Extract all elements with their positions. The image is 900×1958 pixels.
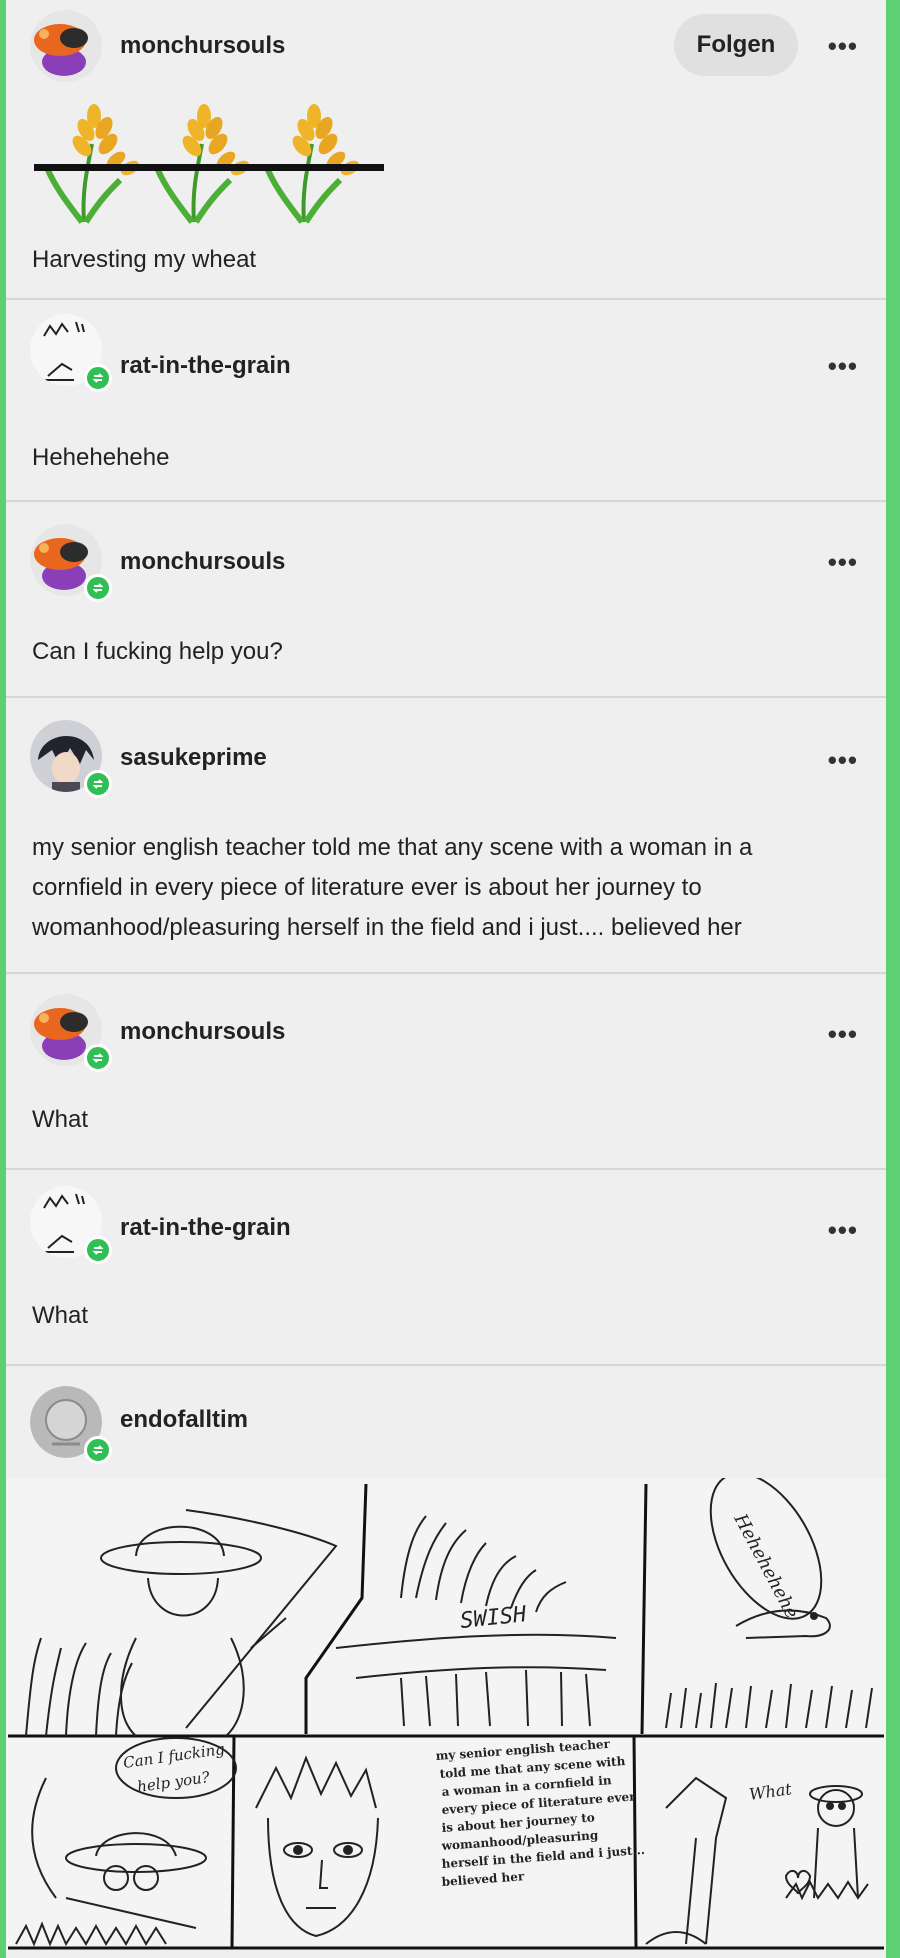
post-text: What bbox=[32, 1106, 89, 1133]
more-options-icon[interactable]: ••• bbox=[828, 1217, 858, 1243]
post-2: rat-in-the-grain ••• Hehehehehe bbox=[6, 300, 886, 502]
reblog-icon bbox=[84, 770, 112, 798]
avatar-monchursouls[interactable] bbox=[30, 524, 112, 602]
more-options-icon[interactable]: ••• bbox=[828, 353, 858, 379]
post-5: monchursouls ••• What bbox=[6, 974, 886, 1170]
reblog-icon bbox=[84, 574, 112, 602]
avatar-rat-in-the-grain[interactable] bbox=[30, 314, 112, 392]
username[interactable]: monchursouls bbox=[120, 1018, 285, 1046]
reblog-icon bbox=[84, 1436, 112, 1464]
avatar-monchursouls[interactable] bbox=[30, 10, 102, 82]
post-text-line-3: womanhood/pleasuring herself in the fiel… bbox=[32, 914, 742, 941]
post-text: Hehehehehe bbox=[32, 444, 170, 471]
post-text: What bbox=[32, 1302, 89, 1329]
wheat-emoji-image bbox=[34, 104, 384, 229]
post-6: rat-in-the-grain ••• What bbox=[6, 1170, 886, 1366]
username[interactable]: endofalltim bbox=[120, 1406, 248, 1434]
comic-image: SWISH Hehehehehe Can I fucking help you? bbox=[6, 1478, 886, 1950]
avatar-monchursouls[interactable] bbox=[30, 994, 112, 1072]
username[interactable]: rat-in-the-grain bbox=[120, 1214, 291, 1242]
avatar-sasukeprime[interactable] bbox=[30, 720, 112, 798]
avatar-rat-in-the-grain[interactable] bbox=[30, 1186, 112, 1264]
username[interactable]: monchursouls bbox=[120, 548, 285, 576]
post-text-line-2: cornfield in every piece of literature e… bbox=[32, 874, 702, 901]
avatar-endofalltim[interactable] bbox=[30, 1386, 112, 1464]
dashboard-thread: monchursouls Folgen ••• Harvesting my wh… bbox=[6, 0, 886, 1958]
post-text-line-1: my senior english teacher told me that a… bbox=[32, 834, 753, 861]
username[interactable]: rat-in-the-grain bbox=[120, 352, 291, 380]
reblog-icon bbox=[84, 1236, 112, 1264]
post-text: Can I fucking help you? bbox=[32, 638, 283, 665]
post-text: Harvesting my wheat bbox=[32, 246, 257, 273]
post-1: monchursouls Folgen ••• Harvesting my wh… bbox=[6, 0, 886, 300]
more-options-icon[interactable]: ••• bbox=[828, 33, 858, 59]
follow-button[interactable]: Folgen bbox=[674, 14, 798, 76]
more-options-icon[interactable]: ••• bbox=[828, 747, 858, 773]
username[interactable]: monchursouls bbox=[120, 32, 285, 60]
reblog-icon bbox=[84, 1044, 112, 1072]
more-options-icon[interactable]: ••• bbox=[828, 1021, 858, 1047]
more-options-icon[interactable]: ••• bbox=[828, 549, 858, 575]
username[interactable]: sasukeprime bbox=[120, 744, 267, 772]
post-4: sasukeprime ••• my senior english teache… bbox=[6, 698, 886, 974]
reblog-icon bbox=[84, 364, 112, 392]
post-3: monchursouls ••• Can I fucking help you? bbox=[6, 502, 886, 698]
